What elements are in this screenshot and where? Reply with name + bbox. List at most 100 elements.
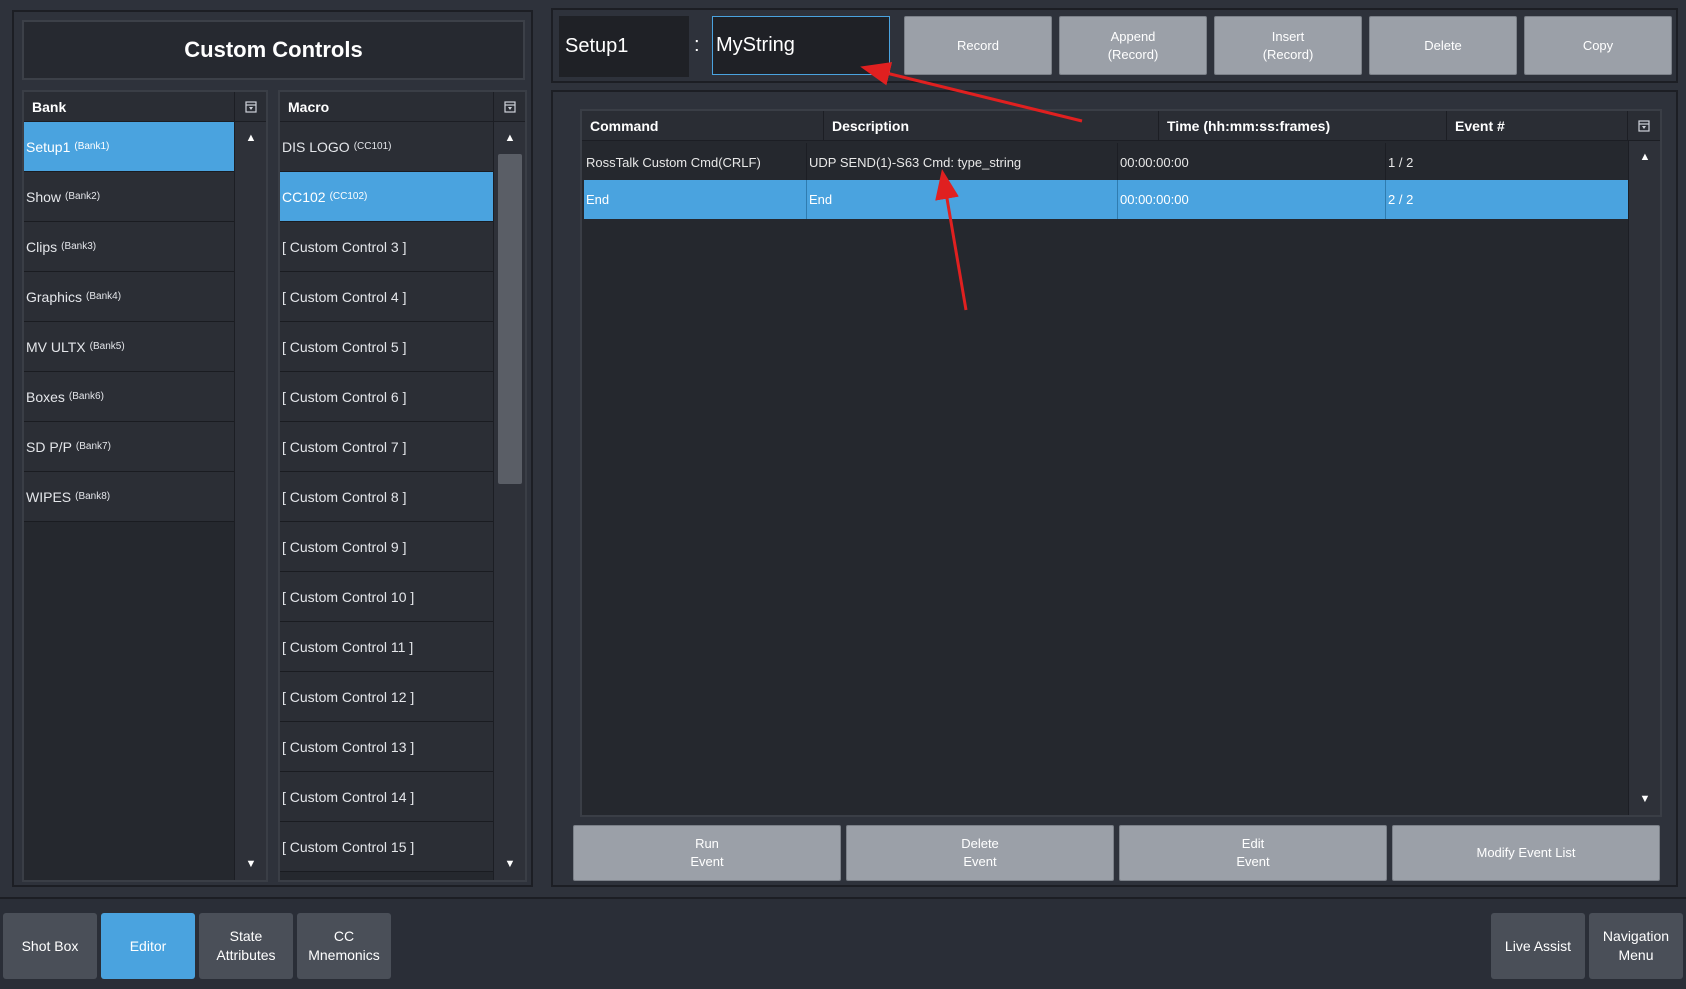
macro-item[interactable]: [ Custom Control 4 ] xyxy=(280,272,497,322)
macro-item[interactable]: [ Custom Control 7 ] xyxy=(280,422,497,472)
bank-item-label: Graphics xyxy=(26,288,83,305)
macro-item-label: [ Custom Control 3 ] xyxy=(282,238,407,255)
macro-item-label: [ Custom Control 12 ] xyxy=(282,688,415,705)
macro-item[interactable]: CC102 (CC102) xyxy=(280,172,497,222)
delete-event-button[interactable]: Delete Event xyxy=(846,825,1114,881)
macro-list: Macro DIS LOGO (CC101) CC102 (CC102)[ Custo… xyxy=(278,90,527,882)
insert-record-button[interactable]: Insert (Record) xyxy=(1214,16,1362,75)
table-row[interactable]: End End 00:00:00:00 2 / 2 xyxy=(584,180,1628,219)
macro-toolbar: Setup1 : Record Append (Record) Insert (… xyxy=(551,8,1678,83)
command-cell: End xyxy=(586,192,610,207)
bank-list: Bank Setup1 (Bank1) Show (Bank2) Clips (Bank3… xyxy=(22,90,268,882)
bank-item-id: (Bank5) xyxy=(89,341,125,352)
bank-scrollbar[interactable]: ▲ ▼ xyxy=(234,122,266,880)
column-config-icon[interactable] xyxy=(234,92,266,122)
macro-item[interactable]: [ Custom Control 13 ] xyxy=(280,722,497,772)
scroll-up-arrow-icon[interactable]: ▲ xyxy=(1629,147,1661,167)
description-cell: UDP SEND(1)-S63 Cmd: type_string xyxy=(806,143,1117,182)
bank-item[interactable]: Clips (Bank3) xyxy=(24,222,240,272)
macro-header: Macro xyxy=(280,92,525,122)
macro-item-label: [ Custom Control 7 ] xyxy=(282,438,407,455)
column-config-icon[interactable] xyxy=(493,92,525,122)
macro-scrollbar[interactable]: ▲ ▼ xyxy=(493,122,525,880)
command-column-header[interactable]: Command xyxy=(582,111,824,141)
modify-event-list-button[interactable]: Modify Event List xyxy=(1392,825,1660,881)
macro-item[interactable]: DIS LOGO (CC101) xyxy=(280,122,497,172)
scroll-up-arrow-icon[interactable]: ▲ xyxy=(494,128,526,148)
nav-shot-box[interactable]: Shot Box xyxy=(3,913,97,979)
scroll-down-arrow-icon[interactable]: ▼ xyxy=(1629,789,1661,809)
event-number-column-header[interactable]: Event # xyxy=(1447,111,1628,141)
bank-item-id: (Bank6) xyxy=(68,391,104,402)
macro-item[interactable]: [ Custom Control 9 ] xyxy=(280,522,497,572)
event-number-cell: 1 / 2 xyxy=(1385,143,1555,182)
copy-button[interactable]: Copy xyxy=(1524,16,1672,75)
macro-item[interactable]: [ Custom Control 12 ] xyxy=(280,672,497,722)
macro-item-label: [ Custom Control 6 ] xyxy=(282,388,407,405)
scroll-thumb[interactable] xyxy=(498,154,522,484)
bank-item-label: Boxes xyxy=(26,388,65,405)
macro-item[interactable]: [ Custom Control 14 ] xyxy=(280,772,497,822)
panel-title: Custom Controls xyxy=(22,20,525,80)
macro-item-label: [ Custom Control 11 ] xyxy=(282,638,414,655)
bank-item-id: (Bank4) xyxy=(86,291,122,302)
macro-item-label: [ Custom Control 15 ] xyxy=(282,838,415,855)
macro-item[interactable]: [ Custom Control 5 ] xyxy=(280,322,497,372)
bank-item[interactable]: SD P/P (Bank7) xyxy=(24,422,240,472)
bank-item[interactable]: MV ULTX (Bank5) xyxy=(24,322,240,372)
scroll-down-arrow-icon[interactable]: ▼ xyxy=(235,854,267,874)
event-number-cell: 2 / 2 xyxy=(1385,180,1555,219)
nav-live-assist[interactable]: Live Assist xyxy=(1491,913,1585,979)
append-record-button[interactable]: Append (Record) xyxy=(1059,16,1207,75)
macro-items: DIS LOGO (CC101) CC102 (CC102)[ Custom Cont… xyxy=(280,122,497,872)
bank-name-display: Setup1 xyxy=(559,16,689,77)
nav-editor[interactable]: Editor xyxy=(101,913,195,979)
bank-item-label: Show xyxy=(26,188,62,205)
macro-item-label: DIS LOGO xyxy=(282,138,350,155)
scroll-up-arrow-icon[interactable]: ▲ xyxy=(235,128,267,148)
time-cell: 00:00:00:00 xyxy=(1117,143,1385,182)
macro-item-label: [ Custom Control 9 ] xyxy=(282,538,407,555)
event-panel: Command Description Time (hh:mm:ss:frame… xyxy=(551,90,1678,887)
nav-cc-mnemonics[interactable]: CC Mnemonics xyxy=(297,913,391,979)
scroll-down-arrow-icon[interactable]: ▼ xyxy=(494,854,526,874)
macro-item[interactable]: [ Custom Control 8 ] xyxy=(280,472,497,522)
description-column-header[interactable]: Description xyxy=(824,111,1159,141)
table-row[interactable]: RossTalk Custom Cmd(CRLF) UDP SEND(1)-S63… xyxy=(584,143,1628,182)
macro-item-label: [ Custom Control 5 ] xyxy=(282,338,407,355)
macro-item[interactable]: [ Custom Control 3 ] xyxy=(280,222,497,272)
run-event-button[interactable]: Run Event xyxy=(573,825,841,881)
custom-controls-panel: Custom Controls Bank Setup1 (Bank1) Show (B… xyxy=(12,10,533,887)
time-column-header[interactable]: Time (hh:mm:ss:frames) xyxy=(1159,111,1447,141)
command-cell: RossTalk Custom Cmd(CRLF) xyxy=(586,155,761,170)
macro-name-input[interactable] xyxy=(712,16,890,75)
macro-item[interactable]: [ Custom Control 6 ] xyxy=(280,372,497,422)
macro-item[interactable]: [ Custom Control 10 ] xyxy=(280,572,497,622)
edit-event-button[interactable]: Edit Event xyxy=(1119,825,1387,881)
bank-item-id: (Bank2) xyxy=(65,191,101,202)
bank-item[interactable]: Graphics (Bank4) xyxy=(24,272,240,322)
bank-item[interactable]: Setup1 (Bank1) xyxy=(24,122,240,172)
name-separator: : xyxy=(694,34,700,56)
bottom-navigation: Shot Box Editor State Attributes CC Mnem… xyxy=(0,897,1686,989)
time-cell: 00:00:00:00 xyxy=(1117,180,1385,219)
bank-item-label: Setup1 xyxy=(26,138,71,155)
macro-item-label: [ Custom Control 8 ] xyxy=(282,488,407,505)
bank-item[interactable]: WIPES (Bank8) xyxy=(24,472,240,522)
macro-item-label: [ Custom Control 10 ] xyxy=(282,588,415,605)
macro-item[interactable]: [ Custom Control 15 ] xyxy=(280,822,497,872)
delete-button[interactable]: Delete xyxy=(1369,16,1517,75)
nav-navigation-menu[interactable]: Navigation Menu xyxy=(1589,913,1683,979)
bank-item[interactable]: Boxes (Bank6) xyxy=(24,372,240,422)
macro-item-label: CC102 xyxy=(282,188,326,205)
macro-item-id: (CC101) xyxy=(353,141,392,152)
record-button[interactable]: Record xyxy=(904,16,1052,75)
event-table-scrollbar[interactable]: ▲ ▼ xyxy=(1628,141,1660,815)
bank-item[interactable]: Show (Bank2) xyxy=(24,172,240,222)
nav-state-attributes[interactable]: State Attributes xyxy=(199,913,293,979)
bank-header-label: Bank xyxy=(32,98,67,115)
bank-header: Bank xyxy=(24,92,266,122)
bank-item-label: WIPES xyxy=(26,488,72,505)
macro-item[interactable]: [ Custom Control 11 ] xyxy=(280,622,497,672)
column-config-icon[interactable] xyxy=(1628,111,1660,141)
